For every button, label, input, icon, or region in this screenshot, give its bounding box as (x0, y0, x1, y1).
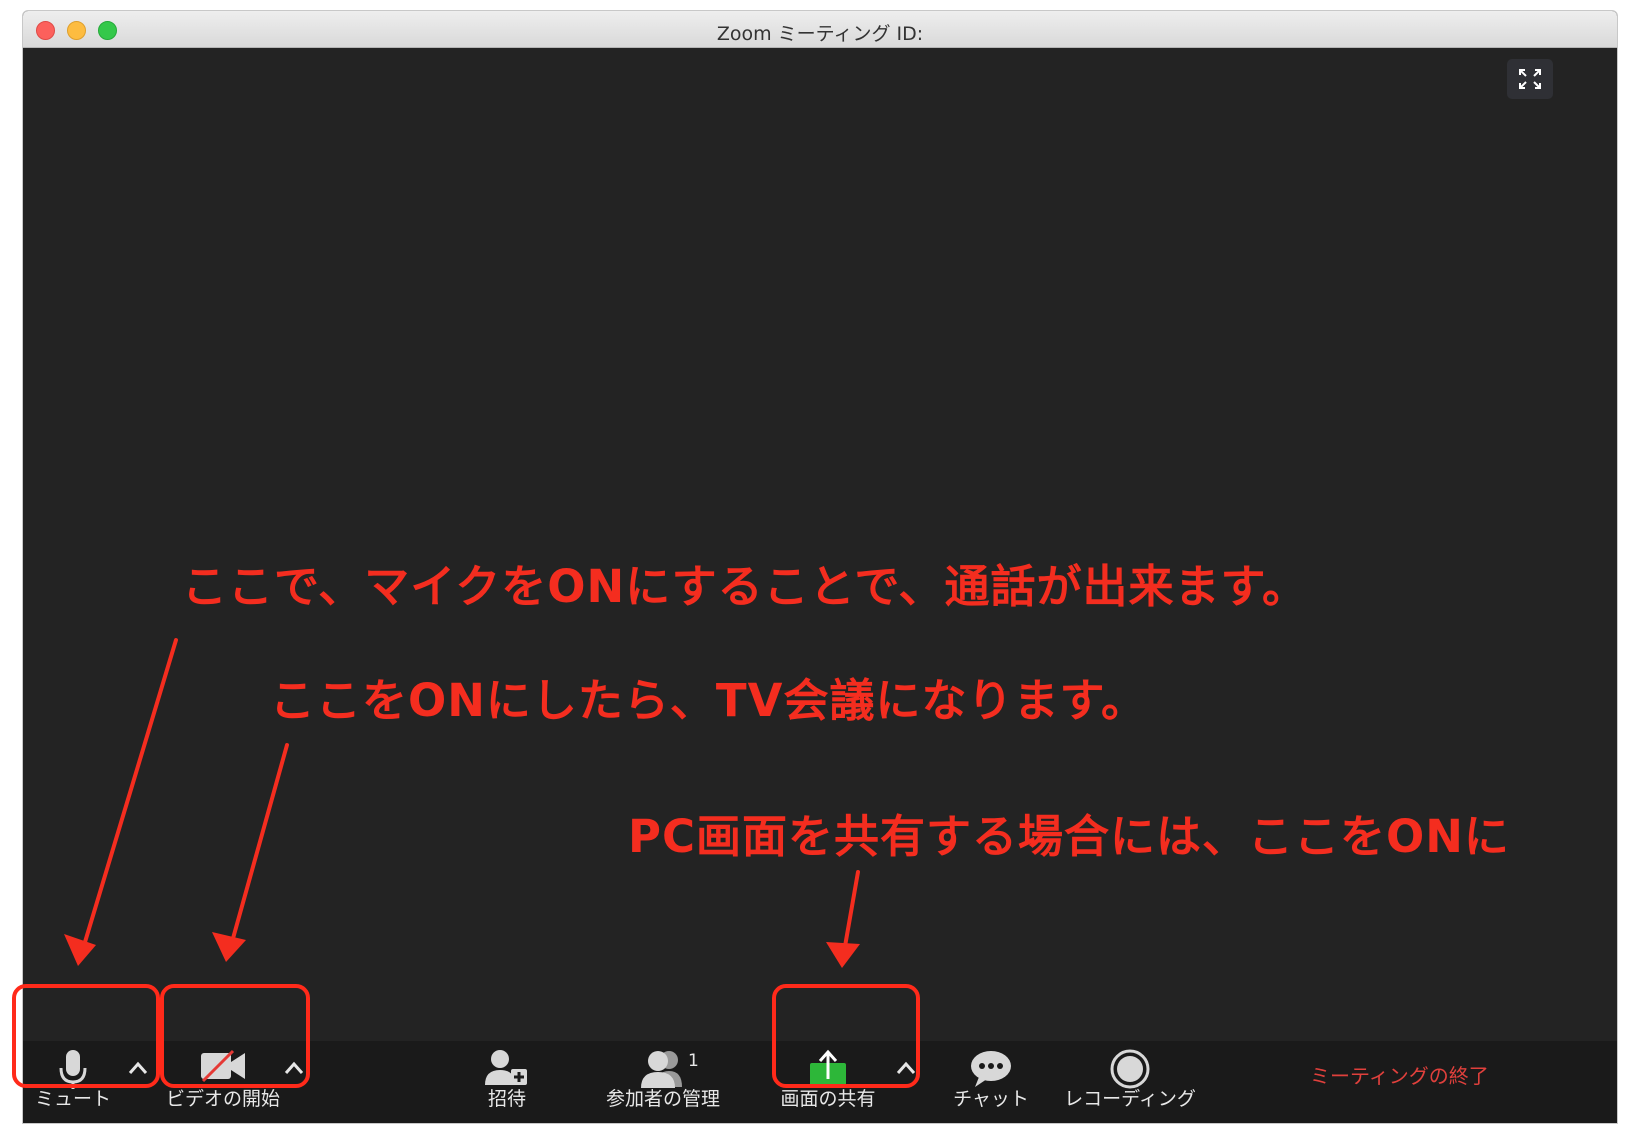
video-highlight-box (160, 984, 310, 1088)
end-meeting-button[interactable]: ミーティングの終了 (1310, 1060, 1489, 1089)
chat-label: チャット (953, 1088, 1029, 1110)
invite-button[interactable]: 招待 (467, 1041, 547, 1123)
chat-bubble-icon (971, 1051, 1011, 1087)
fullscreen-button[interactable] (1507, 59, 1553, 99)
mute-label: ミュート (34, 1088, 111, 1110)
add-person-icon (485, 1050, 527, 1085)
manage-participants-button[interactable]: 1 参加者の管理 (598, 1041, 728, 1123)
record-icon (1110, 1049, 1150, 1089)
video-annotation: ここをONにしたら、TV会議になります。 (270, 674, 1147, 727)
expand-icon (1519, 69, 1541, 89)
mic-annotation: ここで、マイクをONにすることで、通話が出来ます。 (182, 560, 1309, 613)
participants-icon (641, 1051, 682, 1088)
title-bar: Zoom ミーティング ID: (23, 11, 1617, 48)
invite-label: 招待 (487, 1088, 526, 1110)
mute-highlight-box (12, 984, 160, 1088)
share-screen-label: 画面の共有 (780, 1088, 876, 1110)
manage-participants-label: 参加者の管理 (605, 1088, 720, 1110)
participants-count: 1 (688, 1051, 699, 1071)
recording-button[interactable]: レコーディング (1057, 1041, 1203, 1123)
chat-button[interactable]: チャット (943, 1041, 1039, 1123)
window-title: Zoom ミーティング ID: (716, 23, 924, 45)
share-annotation: PC画面を共有する場合には、ここをONに (628, 810, 1510, 863)
recording-label: レコーディング (1064, 1088, 1196, 1110)
share-highlight-box (772, 984, 920, 1088)
start-video-label: ビデオの開始 (165, 1088, 280, 1110)
